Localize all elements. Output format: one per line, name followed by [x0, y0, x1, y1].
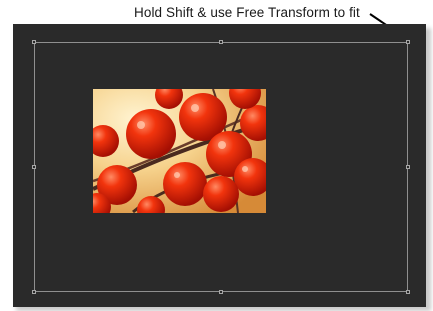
transform-handle-top-right[interactable]	[406, 40, 410, 44]
transform-handle-top-left[interactable]	[32, 40, 36, 44]
transform-handle-middle-left[interactable]	[32, 165, 36, 169]
transform-handle-top-center[interactable]	[219, 40, 223, 44]
document-canvas[interactable]	[13, 24, 426, 307]
red-berries-photo[interactable]	[93, 89, 266, 213]
transform-handle-bottom-left[interactable]	[32, 290, 36, 294]
transform-handle-bottom-center[interactable]	[219, 290, 223, 294]
transform-handle-bottom-right[interactable]	[406, 290, 410, 294]
annotation-text: Hold Shift & use Free Transform to fit	[134, 5, 360, 20]
free-transform-bounding-box[interactable]	[32, 40, 410, 294]
transform-handle-middle-right[interactable]	[406, 165, 410, 169]
berries-image	[93, 89, 266, 213]
